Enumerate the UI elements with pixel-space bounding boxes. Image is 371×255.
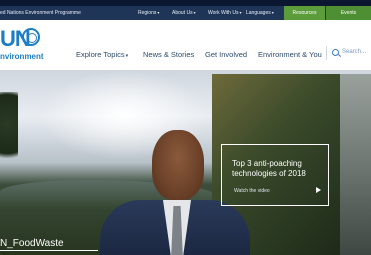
browser-viewport: ed Nations Environment Programme Regions… bbox=[0, 6, 371, 255]
chevron-down-icon: ▾ bbox=[193, 10, 196, 15]
nav-news-stories[interactable]: News & Stories bbox=[143, 50, 194, 59]
chevron-down-icon: ▾ bbox=[157, 10, 160, 15]
org-name: ed Nations Environment Programme bbox=[0, 10, 81, 16]
main-nav: UN nvironment Explore Topics▾ News & Sto… bbox=[0, 20, 371, 70]
hashtag-caption: N_FoodWaste bbox=[0, 238, 64, 249]
resources-button[interactable]: Resources bbox=[284, 6, 325, 20]
search-box[interactable]: Search... bbox=[326, 46, 371, 60]
promo-title: Top 3 anti-poaching technologies of 2018 bbox=[232, 159, 306, 178]
promo-cta[interactable]: Watch the video bbox=[234, 188, 270, 194]
events-button[interactable]: Events bbox=[326, 6, 371, 20]
monitor-frame: ed Nations Environment Programme Regions… bbox=[0, 0, 371, 255]
tree-image bbox=[0, 92, 18, 172]
unep-logo[interactable]: UN nvironment bbox=[0, 26, 48, 66]
hero-banner: Top 3 anti-poaching technologies of 2018… bbox=[0, 70, 371, 255]
un-emblem-icon bbox=[22, 28, 40, 46]
nav-get-involved[interactable]: Get Involved bbox=[205, 50, 247, 59]
caption-underline bbox=[0, 250, 98, 251]
utility-bar: ed Nations Environment Programme Regions… bbox=[0, 6, 371, 20]
menu-regions[interactable]: Regions▾ bbox=[138, 10, 159, 16]
rhino-image bbox=[340, 74, 371, 255]
menu-work-with-us[interactable]: Work With Us▾ bbox=[208, 10, 241, 16]
logo-subtitle: nvironment bbox=[0, 52, 44, 61]
menu-languages[interactable]: Languages▾ bbox=[246, 10, 274, 16]
nav-environment-you[interactable]: Environment & You bbox=[258, 50, 322, 59]
promo-card[interactable]: Top 3 anti-poaching technologies of 2018… bbox=[221, 144, 329, 206]
search-icon bbox=[332, 49, 339, 56]
play-icon[interactable] bbox=[316, 187, 321, 193]
menu-about-us[interactable]: About Us▾ bbox=[172, 10, 196, 16]
nav-explore-topics[interactable]: Explore Topics▾ bbox=[76, 50, 128, 59]
search-placeholder: Search... bbox=[342, 49, 367, 55]
chevron-down-icon: ▾ bbox=[239, 10, 242, 15]
chevron-down-icon: ▾ bbox=[125, 53, 129, 59]
presenter-head bbox=[152, 130, 204, 200]
chevron-down-icon: ▾ bbox=[271, 10, 274, 15]
